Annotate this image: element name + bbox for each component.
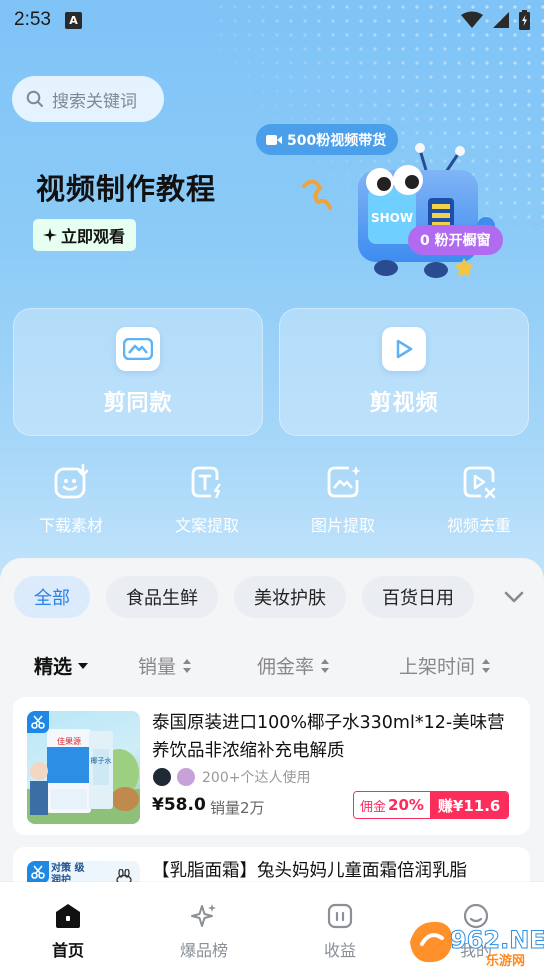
cut-same-style-card[interactable]: 剪同款 [13, 308, 263, 436]
commission-label: 佣金 [360, 799, 387, 815]
tab-home[interactable]: 首页 [0, 882, 136, 968]
sparkle-icon [191, 904, 216, 927]
category-chip-daily[interactable]: 百货日用 [362, 576, 474, 618]
image-extract-icon [327, 466, 361, 498]
earn-amount: 赚¥11.6 [429, 792, 509, 818]
wifi-icon [461, 11, 483, 28]
sparkle-small-icon [43, 228, 57, 242]
commission-percent: 20% [388, 796, 424, 814]
category-chips: 全部 食品生鲜 美妆护肤 百货日用 [14, 576, 474, 618]
sort-listed-time-label: 上架时间 [399, 656, 476, 678]
cut-video-card[interactable]: 剪视频 [279, 308, 529, 436]
creator-count: 200+个达人使用 [202, 770, 311, 786]
download-material-button[interactable]: 下载素材 [6, 464, 136, 536]
commission-badge[interactable]: 佣金 20% 赚¥11.6 [353, 791, 510, 819]
signal-icon [493, 12, 509, 28]
category-chip-food[interactable]: 食品生鲜 [106, 576, 218, 618]
tab-hot-list-label: 爆品榜 [179, 941, 228, 960]
scissors-icon [27, 711, 49, 733]
tab-earnings[interactable]: 收益 [272, 882, 408, 968]
sort-arrows-icon [321, 658, 330, 673]
search-box[interactable]: 搜索关键词 [12, 76, 164, 122]
image-extract-button[interactable]: 图片提取 [278, 464, 408, 536]
watch-now-button[interactable]: 立即观看 [33, 219, 137, 251]
sort-arrows-icon [183, 658, 192, 673]
mascot-screen-text: SHOW [371, 211, 413, 225]
cut-same-style-label: 剪同款 [103, 391, 173, 416]
watermark-sub: 乐游网 [486, 953, 525, 968]
watermark-main: 962.NET [450, 926, 544, 954]
avatar [176, 767, 196, 787]
avatar [152, 767, 172, 787]
tab-hot-list[interactable]: 爆品榜 [136, 882, 272, 968]
sort-featured[interactable]: 精选 [34, 652, 89, 679]
product-title: 【乳脂面霜】兔头妈妈儿童面霜倍润乳脂 [152, 861, 467, 881]
home-icon [56, 904, 80, 928]
tab-earnings-label: 收益 [323, 941, 356, 960]
banner-title: 视频制作教程 [36, 172, 217, 206]
image-extract-label: 图片提取 [310, 516, 375, 535]
sort-bar: 精选 销量 佣金率 上架时间 [34, 652, 514, 680]
video-dedupe-button[interactable]: 视频去重 [414, 464, 544, 536]
sort-arrows-icon [482, 658, 491, 673]
text-extract-label: 文案提取 [174, 516, 239, 535]
package-brand: 佳果源 [57, 736, 81, 746]
sort-listed-time[interactable]: 上架时间 [399, 652, 491, 679]
status-time: 2:53 [14, 9, 51, 30]
scissors-icon [27, 861, 49, 883]
notification-icon: A [64, 11, 82, 29]
search-placeholder: 搜索关键词 [52, 91, 137, 112]
product-price: ¥58.0 [152, 795, 206, 815]
category-chip-all[interactable]: 全部 [14, 576, 90, 618]
promo-pill-zero-fans: 0 粉开橱窗 [408, 225, 503, 255]
product-card[interactable]: 佳果源 椰子水 泰国原装进口100%椰子水330ml*12-美味营养饮品非浓缩补… [13, 697, 530, 835]
site-watermark-logo: 962.NET 乐游网 [410, 921, 544, 968]
video-dedupe-icon [463, 466, 496, 499]
sort-sales[interactable]: 销量 [138, 652, 192, 679]
sort-sales-label: 销量 [138, 656, 177, 678]
status-bar: 2:53 A [0, 0, 544, 40]
wallet-icon [327, 903, 353, 929]
cut-video-label: 剪视频 [369, 391, 439, 416]
product-thumbnail: 佳果源 椰子水 [27, 711, 140, 824]
text-extract-icon [191, 466, 221, 499]
creator-users: 200+个达人使用 [152, 767, 310, 787]
text-extract-button[interactable]: 文案提取 [142, 464, 272, 536]
caret-down-icon [78, 662, 89, 669]
search-icon [26, 90, 43, 107]
sort-commission[interactable]: 佣金率 [257, 652, 330, 679]
play-icon [382, 327, 426, 371]
category-chip-beauty[interactable]: 美妆护肤 [234, 576, 346, 618]
video-dedupe-label: 视频去重 [446, 516, 511, 535]
tool-row: 下载素材 文案提取 图片提取 视频去重 [0, 464, 544, 536]
download-material-label: 下载素材 [38, 516, 103, 535]
commission-rate: 佣金 20% [354, 792, 430, 818]
tab-home-label: 首页 [51, 941, 84, 960]
mountain-icon [116, 327, 160, 371]
tv-mascot-illustration: SHOW [302, 143, 495, 278]
product-sales: 销量2万 [210, 799, 265, 817]
sort-commission-label: 佣金率 [257, 656, 315, 678]
package-name: 椰子水 [91, 756, 112, 765]
download-material-icon [54, 464, 89, 499]
watch-now-label: 立即观看 [61, 227, 126, 246]
video-camera-icon [266, 134, 282, 145]
chevron-down-icon[interactable] [503, 590, 525, 604]
sort-featured-label: 精选 [34, 656, 73, 678]
battery-icon [519, 10, 530, 30]
product-title: 泰国原装进口100%椰子水330ml*12-美味营养饮品非浓缩补充电解质 [152, 713, 505, 761]
